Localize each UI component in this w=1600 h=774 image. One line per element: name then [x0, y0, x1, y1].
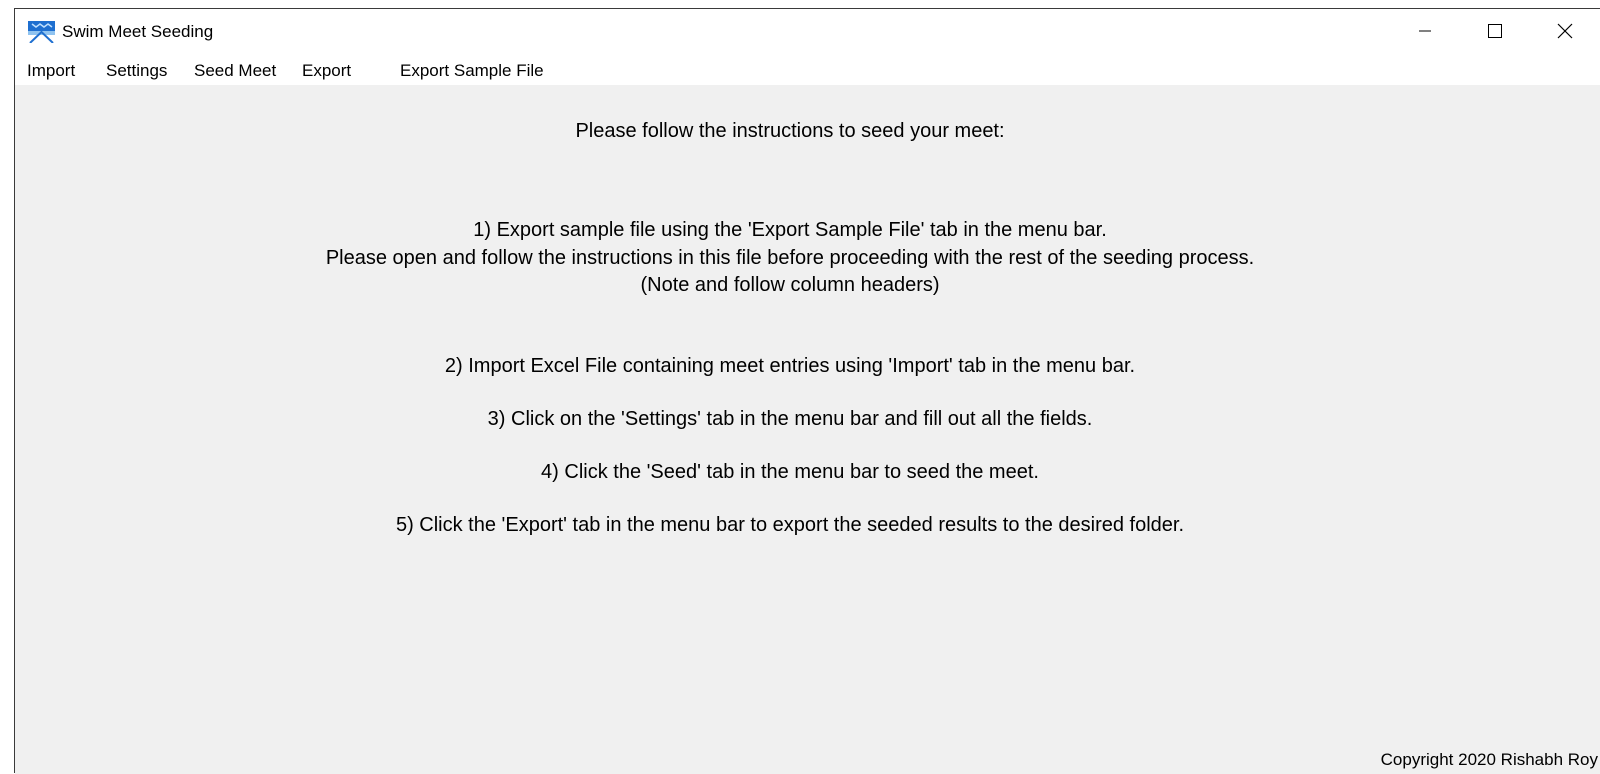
- maximize-button[interactable]: [1460, 9, 1530, 53]
- step-5: 5) Click the 'Export' tab in the menu ba…: [395, 514, 1185, 536]
- instructions-header: Please follow the instructions to seed y…: [575, 120, 1005, 142]
- menu-export-sample-file[interactable]: Export Sample File: [400, 60, 544, 82]
- menu-bar: Import Settings Seed Meet Export Export …: [15, 53, 1600, 85]
- menu-export[interactable]: Export: [302, 60, 351, 82]
- copyright-label: Copyright 2020 Rishabh Roy: [1380, 750, 1598, 769]
- minimize-icon: [1419, 30, 1431, 32]
- step-3: 3) Click on the 'Settings' tab in the me…: [487, 408, 1093, 430]
- minimize-button[interactable]: [1390, 9, 1460, 53]
- step-1-line-1: 1) Export sample file using the 'Export …: [473, 219, 1107, 241]
- step-1-line-3: (Note and follow column headers): [640, 274, 940, 296]
- app-window: Swim Meet Seeding Import Settings Seed M…: [14, 8, 1600, 774]
- menu-import[interactable]: Import: [27, 60, 75, 82]
- instructions-panel: Please follow the instructions to seed y…: [15, 85, 1600, 774]
- swimmer-app-icon: [28, 21, 55, 43]
- menu-settings[interactable]: Settings: [106, 60, 167, 82]
- close-icon: [1557, 23, 1573, 39]
- window-title: Swim Meet Seeding: [62, 22, 214, 41]
- step-1-line-2: Please open and follow the instructions …: [325, 247, 1255, 269]
- step-4: 4) Click the 'Seed' tab in the menu bar …: [541, 461, 1039, 483]
- title-bar[interactable]: Swim Meet Seeding: [15, 9, 1600, 53]
- step-2: 2) Import Excel File containing meet ent…: [444, 355, 1136, 377]
- window-controls: [1390, 9, 1600, 53]
- close-button[interactable]: [1530, 9, 1600, 53]
- menu-seed-meet[interactable]: Seed Meet: [194, 60, 276, 82]
- maximize-icon: [1488, 24, 1502, 38]
